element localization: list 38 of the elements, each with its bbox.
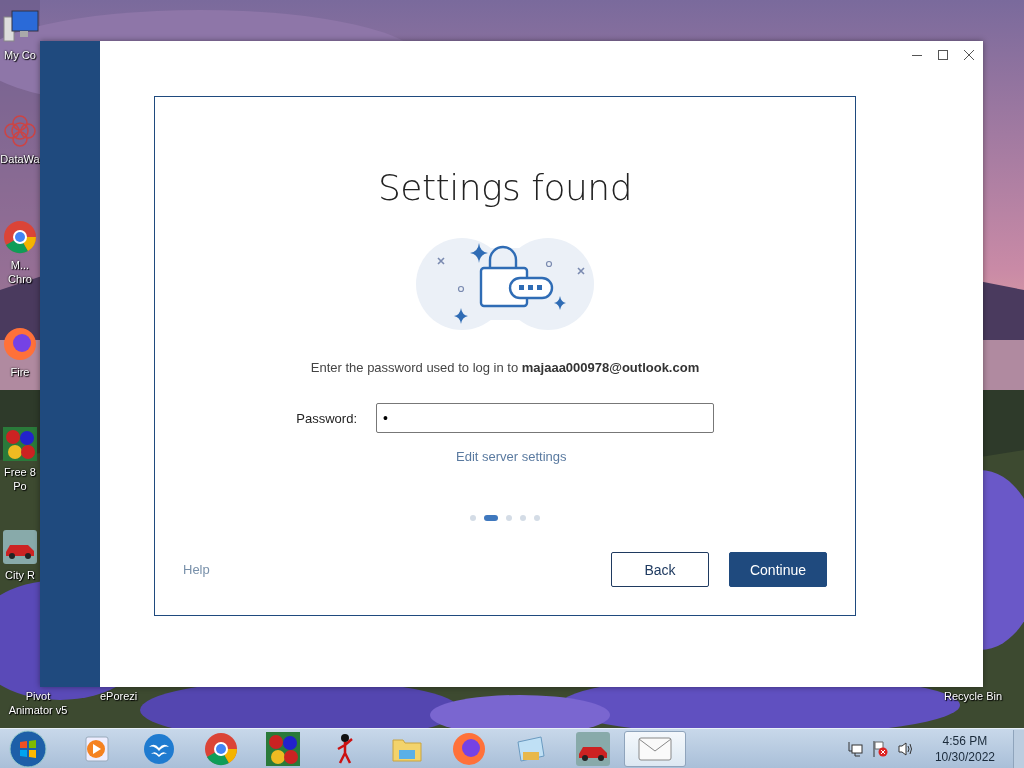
car-icon <box>576 731 610 766</box>
icon-label: Free 8 Po <box>4 465 36 493</box>
password-field[interactable]: • <box>376 403 714 433</box>
icon-label: M... Chro <box>8 258 32 286</box>
network-icon[interactable] <box>846 740 863 757</box>
chrome-icon <box>204 731 238 766</box>
dialog-title: Settings found <box>377 167 632 208</box>
password-label: Password: <box>296 410 357 426</box>
birds-icon <box>143 732 175 765</box>
billiard-balls-icon <box>3 427 37 461</box>
clock-date[interactable]: 10/30/2022 <box>934 748 995 765</box>
mail-icon <box>638 736 672 761</box>
icon-label: Pivot Animator v5 <box>8 689 68 717</box>
icon-label: DataWa <box>0 152 40 166</box>
flag-icon[interactable] <box>870 739 889 758</box>
computer-icon <box>0 9 40 45</box>
maximize-icon[interactable] <box>937 49 949 61</box>
icon-label: Recycle Bin <box>944 690 1003 702</box>
icon-label: ePorezi <box>100 690 138 702</box>
firefox-icon <box>452 731 486 766</box>
picture-frame-icon <box>515 733 547 764</box>
firefox-icon <box>3 327 37 361</box>
speaker-icon[interactable] <box>896 740 915 757</box>
icon-label: My Co <box>4 48 36 62</box>
clock-time[interactable]: 4:56 PM <box>942 732 988 749</box>
play-icon <box>82 733 112 764</box>
edit-server-settings-link[interactable]: Edit server settings <box>456 449 567 464</box>
start-button[interactable] <box>8 729 48 768</box>
car-icon <box>3 530 37 564</box>
icon-label: Fire <box>10 365 30 379</box>
back-button[interactable]: Back <box>611 552 709 587</box>
icon-label: City R <box>5 568 35 582</box>
flower-icon <box>2 113 38 149</box>
chrome-icon <box>3 220 37 254</box>
close-icon[interactable] <box>963 49 975 61</box>
instruction-text: Enter the password used to log in to majaaa000978@outlook.com <box>310 360 700 375</box>
continue-button[interactable]: Continue <box>729 552 827 587</box>
billiard-balls-icon <box>266 731 300 766</box>
